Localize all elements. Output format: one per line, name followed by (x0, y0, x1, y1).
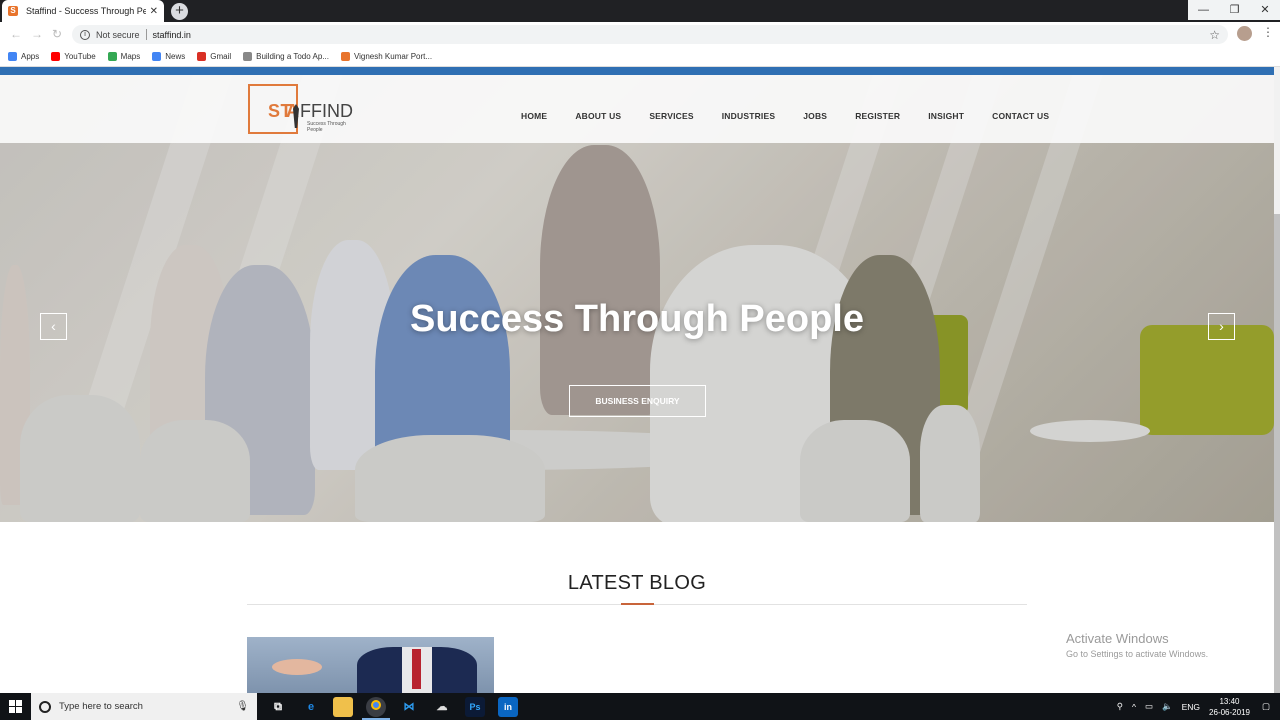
edge-icon[interactable]: e (301, 697, 321, 717)
bookmark-star-icon[interactable]: ☆ (1209, 28, 1220, 42)
logo-text-find: FFIND (300, 101, 353, 121)
new-tab-button[interactable]: + (171, 3, 188, 20)
taskbar-search-box[interactable]: Type here to search 🎙 (31, 693, 257, 720)
url-text[interactable]: staffind.in (153, 30, 1210, 40)
network-icon[interactable]: ▭ (1145, 701, 1153, 712)
microphone-icon[interactable]: 🎙 (236, 701, 249, 712)
bookmark-favicon-icon (243, 51, 253, 61)
main-nav: HOME ABOUT US SERVICES INDUSTRIES JOBS REGIST… (521, 111, 1077, 121)
bookmark-item[interactable]: News (152, 51, 186, 61)
bookmark-item[interactable]: Apps (8, 51, 40, 61)
scrollbar-thumb[interactable] (1274, 214, 1280, 693)
browser-toolbar: ← → ↻ i Not secure staffind.in ☆ ⋮ (0, 22, 1280, 46)
business-enquiry-button[interactable]: BUSINESS ENQUIRY (569, 385, 706, 417)
bookmark-favicon-icon (197, 51, 207, 61)
chrome-icon[interactable] (366, 697, 386, 717)
nav-item-services[interactable]: SERVICES (649, 111, 693, 121)
bookmark-favicon-icon (152, 51, 162, 61)
notifications-icon[interactable]: ▢ (1262, 701, 1270, 712)
bookmark-favicon-icon (340, 51, 350, 61)
watermark-title: Activate Windows (1066, 631, 1169, 646)
windows-start-icon[interactable] (9, 700, 22, 713)
bookmark-label: Maps (120, 51, 141, 61)
address-bar[interactable]: i Not secure staffind.in ☆ (72, 25, 1228, 44)
latest-blog-heading: LATEST BLOG (567, 572, 707, 594)
site-favicon-icon: S (8, 6, 18, 16)
file-explorer-icon[interactable] (333, 697, 353, 717)
image-shape (412, 649, 421, 689)
nav-item-industries[interactable]: INDUSTRIES (722, 111, 775, 121)
taskbar-clock[interactable]: 13:40 26-06-2019 (1209, 696, 1250, 718)
bookmark-item[interactable]: Gmail (197, 51, 232, 61)
reload-icon[interactable]: ↻ (52, 27, 62, 41)
clock-date: 26-06-2019 (1209, 707, 1250, 717)
clock-time: 13:40 (1219, 696, 1240, 706)
tab-close-icon[interactable]: ✕ (150, 6, 158, 17)
watermark-subtitle: Go to Settings to activate Windows. (1066, 649, 1209, 659)
nav-item-insight[interactable]: INSIGHT (928, 111, 964, 121)
security-label[interactable]: Not secure (96, 30, 140, 40)
nav-item-contact-us[interactable]: CONTACT US (992, 111, 1049, 121)
logo-tagline: Success Through People (307, 121, 346, 133)
forward-icon[interactable]: → (31, 27, 43, 41)
bookmark-favicon-icon (51, 51, 61, 61)
bookmark-label: Apps (21, 51, 40, 61)
blog-post-image[interactable] (247, 637, 494, 693)
web-page: ST A FFIND Success Through People HOME AB… (0, 67, 1274, 693)
linkedin-icon[interactable]: in (498, 697, 518, 717)
nav-item-jobs[interactable]: JOBS (803, 111, 827, 121)
windows-taskbar: Type here to search 🎙 ⧉ e ⋈ ☁ Ps in ⚲ ^ … (0, 693, 1280, 720)
nav-item-home[interactable]: HOME (521, 111, 547, 121)
cortana-icon (39, 700, 51, 713)
browser-tab-strip: S Staffind - Success Through Peopl ✕ + —… (0, 0, 1280, 22)
chrome-menu-icon[interactable]: ⋮ (1262, 25, 1274, 39)
nav-item-about-us[interactable]: ABOUT US (575, 111, 621, 121)
task-view-icon[interactable]: ⧉ (268, 697, 288, 717)
profile-avatar[interactable] (1237, 26, 1252, 41)
photoshop-icon[interactable]: Ps (465, 697, 485, 717)
system-tray: ⚲ ^ ▭ 🔈 ENG 13:40 26-06-2019 ▢ (1117, 693, 1280, 720)
tab-title: Staffind - Success Through Peopl (26, 6, 146, 16)
image-shape (272, 659, 322, 675)
site-header: ST A FFIND Success Through People HOME AB… (0, 75, 1274, 143)
bookmark-favicon-icon (8, 51, 17, 61)
bookmark-label: Vignesh Kumar Port... (353, 51, 433, 61)
window-close-icon[interactable]: ✕ (1250, 0, 1280, 20)
top-accent-bar (0, 67, 1274, 75)
nav-item-register[interactable]: REGISTER (855, 111, 900, 121)
blog-divider-accent (621, 603, 654, 605)
back-icon[interactable]: ← (10, 27, 22, 41)
bookmark-item[interactable]: Building a Todo Ap... (243, 51, 329, 61)
language-indicator[interactable]: ENG (1182, 702, 1200, 712)
omnibox-divider (145, 29, 147, 40)
bookmark-item[interactable]: Maps (107, 51, 141, 61)
hero-headline: Success Through People (410, 298, 864, 340)
restore-icon[interactable]: ❐ (1219, 0, 1250, 20)
activate-windows-watermark: Activate Windows Go to Settings to activ… (1066, 631, 1208, 659)
app-icon[interactable]: ☁ (432, 697, 452, 717)
info-icon[interactable]: i (80, 29, 90, 40)
bookmark-favicon-icon (107, 51, 117, 61)
bookmark-label: News (165, 51, 186, 61)
staffind-logo[interactable]: ST A FFIND Success Through People (248, 84, 358, 136)
volume-icon[interactable]: 🔈 (1162, 701, 1173, 712)
bookmark-item[interactable]: YouTube (51, 51, 96, 61)
show-hidden-icons-icon[interactable]: ^ (1132, 702, 1136, 712)
bookmarks-bar: Apps YouTube Maps News Gmail Building a Todo … (0, 46, 1280, 66)
people-icon[interactable]: ⚲ (1117, 701, 1123, 712)
browser-tab[interactable]: S Staffind - Success Through Peopl ✕ (2, 0, 164, 22)
taskbar-search-placeholder: Type here to search (59, 701, 143, 712)
bookmark-label: Gmail (210, 51, 232, 61)
vscode-icon[interactable]: ⋈ (399, 697, 419, 717)
bookmark-label: YouTube (64, 51, 96, 61)
bookmark-item[interactable]: Vignesh Kumar Port... (340, 51, 433, 61)
minimize-icon[interactable]: — (1188, 0, 1219, 20)
bookmark-label: Building a Todo Ap... (256, 51, 329, 61)
